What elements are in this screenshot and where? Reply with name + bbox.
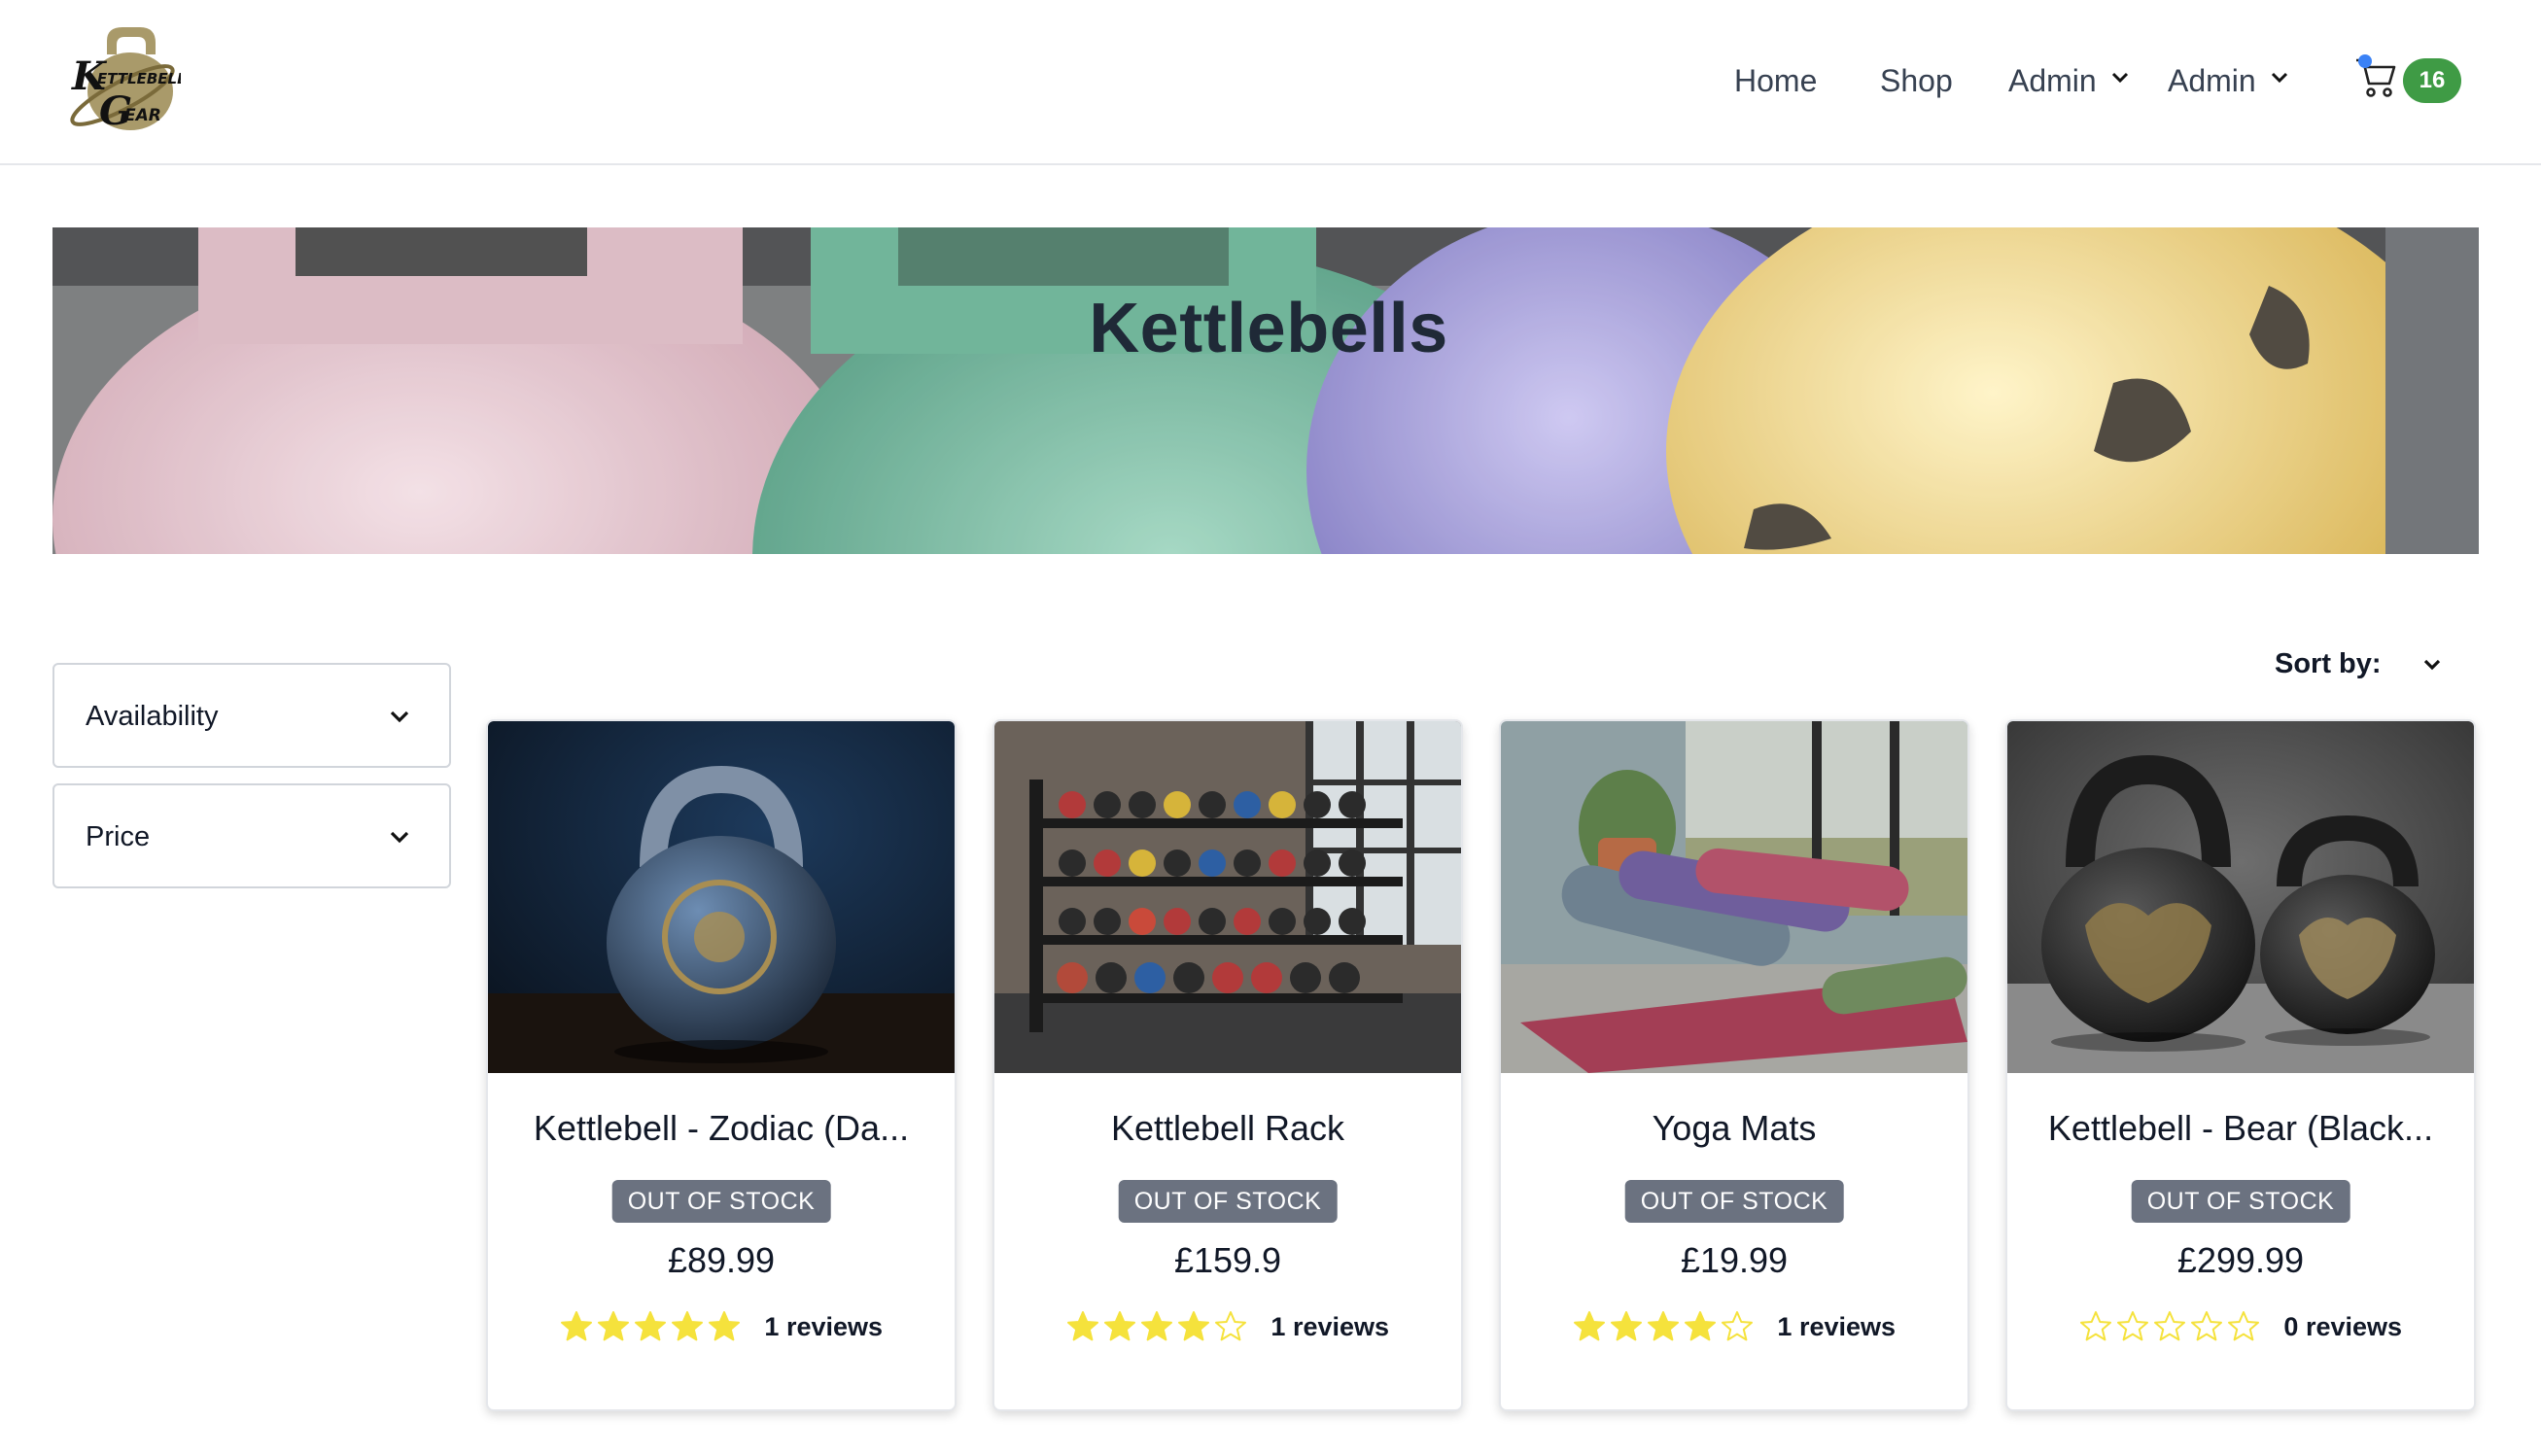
stock-status-badge: OUT OF STOCK xyxy=(611,1180,831,1223)
product-price: £299.99 xyxy=(2176,1240,2305,1280)
review-count: 0 reviews xyxy=(2283,1311,2403,1341)
product-card[interactable]: Kettlebell - Zodiac (Da... OUT OF STOCK … xyxy=(486,719,957,1411)
svg-text:EAR: EAR xyxy=(124,106,161,125)
category-hero-banner: Kettlebells xyxy=(52,227,2479,554)
chevron-down-icon xyxy=(390,711,409,723)
rating-stars xyxy=(1066,1310,1251,1343)
product-rating: 0 reviews xyxy=(2007,1310,2474,1349)
product-title[interactable]: Kettlebell Rack xyxy=(1014,1108,1442,1149)
price-filter-label: Price xyxy=(86,821,151,852)
star-filled-icon xyxy=(708,1311,740,1341)
star-filled-icon xyxy=(1573,1311,1605,1341)
cart-button[interactable]: 16 xyxy=(2354,49,2481,117)
review-count: 1 reviews xyxy=(1270,1311,1390,1341)
nav-admin-label: Admin xyxy=(2008,63,2097,98)
star-filled-icon xyxy=(560,1311,592,1341)
star-filled-icon xyxy=(1610,1311,1642,1341)
star-filled-icon xyxy=(634,1311,666,1341)
star-outline-icon xyxy=(1214,1311,1246,1341)
chevron-down-icon xyxy=(2111,72,2129,84)
nav-admin-dropdown-2[interactable]: Admin xyxy=(2168,56,2294,105)
product-card[interactable]: Kettlebell Rack OUT OF STOCK £159.9 1 re… xyxy=(992,719,1463,1411)
rating-stars xyxy=(1573,1310,1758,1343)
product-title[interactable]: Kettlebell - Zodiac (Da... xyxy=(507,1108,935,1149)
zodiac-kettlebell-image xyxy=(488,721,955,1073)
review-count: 1 reviews xyxy=(764,1311,884,1341)
yoga-mats-image xyxy=(1501,721,1967,1073)
product-price: £19.99 xyxy=(1680,1240,1789,1280)
stock-status-badge: OUT OF STOCK xyxy=(1118,1180,1338,1223)
sort-by-label: Sort by: xyxy=(2275,648,2382,679)
review-count: 1 reviews xyxy=(1777,1311,1897,1341)
nav-admin-label: Admin xyxy=(2168,63,2256,98)
star-filled-icon xyxy=(1684,1311,1716,1341)
product-image xyxy=(994,721,1461,1073)
cart-count-badge: 16 xyxy=(2403,58,2461,103)
nav-admin-dropdown-1[interactable]: Admin xyxy=(2008,56,2135,105)
main-nav: Home Shop Admin Admin xyxy=(0,56,2541,105)
star-outline-icon xyxy=(2153,1311,2185,1341)
rating-stars xyxy=(560,1310,745,1343)
star-filled-icon xyxy=(1177,1311,1209,1341)
product-image xyxy=(488,721,955,1073)
product-image xyxy=(1501,721,1967,1073)
star-filled-icon xyxy=(1647,1311,1679,1341)
nav-shop-link[interactable]: Shop xyxy=(1880,56,1953,105)
availability-filter-label: Availability xyxy=(86,701,219,732)
star-outline-icon xyxy=(2116,1311,2148,1341)
product-title[interactable]: Yoga Mats xyxy=(1520,1108,1948,1149)
product-price: £89.99 xyxy=(667,1240,776,1280)
product-rating: 1 reviews xyxy=(1501,1310,1967,1349)
rating-stars xyxy=(2079,1310,2264,1343)
cart-notification-dot xyxy=(2358,54,2372,68)
product-card[interactable]: Kettlebell - Bear (Black... OUT OF STOCK… xyxy=(2005,719,2476,1411)
category-title: Kettlebells xyxy=(1089,290,1448,367)
chevron-down-icon xyxy=(2423,659,2441,671)
star-outline-icon xyxy=(2227,1311,2259,1341)
kettlebell-rack-image xyxy=(994,721,1461,1073)
site-header: K ETTLEBELL G EAR Home Shop Admin Admin … xyxy=(0,0,2541,165)
chevron-down-icon xyxy=(390,831,409,844)
chevron-down-icon xyxy=(2271,72,2288,84)
star-filled-icon xyxy=(1103,1311,1135,1341)
product-rating: 1 reviews xyxy=(994,1310,1461,1349)
star-outline-icon xyxy=(2190,1311,2222,1341)
star-outline-icon xyxy=(1721,1311,1753,1341)
product-price: £159.9 xyxy=(1173,1240,1282,1280)
product-rating: 1 reviews xyxy=(488,1310,955,1349)
star-filled-icon xyxy=(597,1311,629,1341)
product-image xyxy=(2007,721,2474,1073)
bear-kettlebells-image xyxy=(2007,721,2474,1073)
nav-home-link[interactable]: Home xyxy=(1734,56,1817,105)
stock-status-badge: OUT OF STOCK xyxy=(1624,1180,1844,1223)
stock-status-badge: OUT OF STOCK xyxy=(2131,1180,2350,1223)
star-filled-icon xyxy=(1066,1311,1098,1341)
star-filled-icon xyxy=(671,1311,703,1341)
sort-by-dropdown[interactable]: Sort by: xyxy=(2265,641,2479,686)
star-filled-icon xyxy=(1140,1311,1172,1341)
availability-filter[interactable]: Availability xyxy=(52,663,451,768)
product-title[interactable]: Kettlebell - Bear (Black... xyxy=(2027,1108,2454,1149)
product-card[interactable]: Yoga Mats OUT OF STOCK £19.99 1 reviews xyxy=(1499,719,1969,1411)
price-filter[interactable]: Price xyxy=(52,783,451,888)
star-outline-icon xyxy=(2079,1311,2111,1341)
